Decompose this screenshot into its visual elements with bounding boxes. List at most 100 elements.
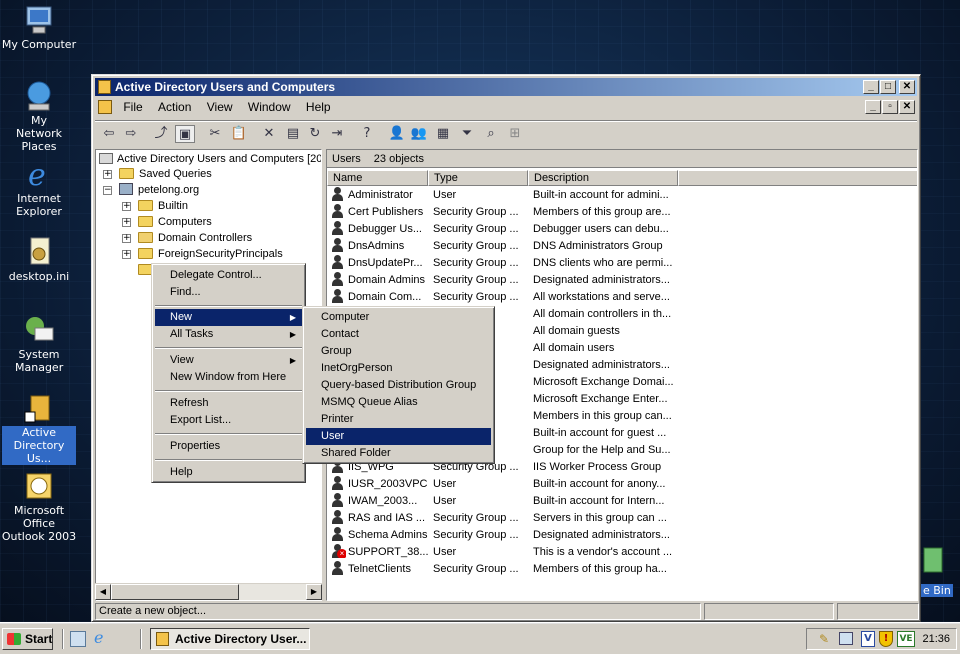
- list-row[interactable]: Cert Publishers Security Group ... Members…: [327, 204, 917, 221]
- window-title-bar[interactable]: Active Directory Users and Computers _ □…: [95, 78, 917, 96]
- menu-item-help[interactable]: Help: [155, 464, 302, 481]
- clock[interactable]: 21:36: [922, 629, 950, 649]
- desktop-icon-internet-explorer[interactable]: e Internet Explorer: [0, 158, 78, 218]
- list-row[interactable]: × SUPPORT_38... User This is a vendor's acc…: [327, 544, 917, 561]
- tree-horizontal-scrollbar[interactable]: ◀ ▶: [95, 583, 322, 600]
- scroll-left-icon[interactable]: ◀: [95, 584, 111, 600]
- scroll-right-icon[interactable]: ▶: [306, 584, 322, 600]
- list-row[interactable]: Debugger Us... Security Group ... Debugger…: [327, 221, 917, 238]
- list-row[interactable]: IWAM_2003... User Built-in account for Int…: [327, 493, 917, 510]
- list-row[interactable]: IUSR_2003VPC User Built-in account for ano…: [327, 476, 917, 493]
- quicklaunch-desktop-icon[interactable]: [70, 631, 86, 647]
- taskbar-button-active-directory[interactable]: Active Directory User...: [150, 628, 310, 650]
- desktop-icon-desktop-ini[interactable]: desktop.ini: [0, 236, 78, 283]
- menu-window[interactable]: Window: [242, 98, 297, 117]
- tray-pen-icon[interactable]: ✎: [819, 632, 829, 646]
- export-list-icon[interactable]: ⇥: [327, 125, 347, 143]
- list-row[interactable]: Schema Admins Security Group ... Designate…: [327, 527, 917, 544]
- expand-icon[interactable]: +: [122, 218, 131, 227]
- up-one-level-icon[interactable]: ⤴: [151, 125, 171, 143]
- start-label: Start: [25, 632, 53, 646]
- submenu-item-group[interactable]: Group: [306, 343, 491, 360]
- start-button[interactable]: Start: [2, 628, 53, 650]
- menu-item-new[interactable]: New ▶: [155, 309, 302, 326]
- submenu-item-msmq-queue-alias[interactable]: MSMQ Queue Alias: [306, 394, 491, 411]
- menu-view[interactable]: View: [201, 98, 239, 117]
- menu-item-refresh[interactable]: Refresh: [155, 395, 302, 412]
- recycle-bin-icon[interactable]: [918, 546, 948, 574]
- tree-item-computers[interactable]: Computers: [138, 214, 212, 230]
- list-row[interactable]: Domain Com... Security Group ... All works…: [327, 289, 917, 306]
- submenu-item-contact[interactable]: Contact: [306, 326, 491, 343]
- properties-icon[interactable]: ▤: [283, 125, 303, 143]
- expand-icon[interactable]: +: [122, 202, 131, 211]
- list-row[interactable]: Domain Admins Security Group ... Designate…: [327, 272, 917, 289]
- help-icon[interactable]: ?: [357, 125, 377, 143]
- scroll-thumb[interactable]: [111, 584, 239, 600]
- menu-item-find[interactable]: Find...: [155, 284, 302, 301]
- back-icon[interactable]: ⇦: [99, 125, 119, 143]
- menu-item-export-list[interactable]: Export List...: [155, 412, 302, 429]
- child-close-button[interactable]: ✕: [899, 100, 915, 114]
- list-row[interactable]: DnsAdmins Security Group ... DNS Administr…: [327, 238, 917, 255]
- tree-item-builtin[interactable]: Builtin: [138, 198, 188, 214]
- desktop-icon-system-manager[interactable]: System Manager: [0, 314, 78, 374]
- menu-action[interactable]: Action: [152, 98, 197, 117]
- list-row[interactable]: RAS and IAS ... Security Group ... Servers…: [327, 510, 917, 527]
- delete-icon[interactable]: ✕: [259, 125, 279, 143]
- find-icon[interactable]: ⌕: [481, 125, 501, 143]
- show-hide-tree-icon[interactable]: ▣: [175, 125, 195, 143]
- tree-item-domain-controllers[interactable]: Domain Controllers: [138, 230, 252, 246]
- submenu-item-inetorgperson[interactable]: InetOrgPerson: [306, 360, 491, 377]
- submenu-item-computer[interactable]: Computer: [306, 309, 491, 326]
- close-button[interactable]: ✕: [899, 80, 915, 94]
- list-row[interactable]: Administrator User Built-in account for ad…: [327, 187, 917, 204]
- column-type[interactable]: Type: [428, 170, 528, 186]
- menu-item-delegate-control[interactable]: Delegate Control...: [155, 267, 302, 284]
- menu-item-properties[interactable]: Properties: [155, 438, 302, 455]
- tree-item-foreign-security-principals[interactable]: ForeignSecurityPrincipals: [138, 246, 283, 262]
- menu-item-all-tasks[interactable]: All Tasks ▶: [155, 326, 302, 343]
- column-name[interactable]: Name: [327, 170, 428, 186]
- tray-antivirus-icon[interactable]: V: [861, 631, 875, 647]
- tray-network-icon[interactable]: [839, 632, 853, 645]
- menu-help[interactable]: Help: [300, 98, 337, 117]
- expand-icon[interactable]: +: [122, 250, 131, 259]
- desktop-icon-outlook[interactable]: Microsoft Office Outlook 2003: [0, 470, 78, 543]
- tree-root[interactable]: Active Directory Users and Computers [20: [99, 151, 321, 167]
- desktop-icon-my-network-places[interactable]: My Network Places: [0, 80, 78, 153]
- menu-item-new-window[interactable]: New Window from Here: [155, 369, 302, 386]
- expand-icon[interactable]: +: [122, 234, 131, 243]
- new-ou-icon[interactable]: ▦: [433, 125, 453, 143]
- add-to-group-icon[interactable]: ⊞: [505, 125, 525, 143]
- minimize-button[interactable]: _: [863, 80, 879, 94]
- tree-item-domain[interactable]: petelong.org: [119, 182, 199, 198]
- maximize-button[interactable]: □: [880, 80, 896, 94]
- submenu-item-shared-folder[interactable]: Shared Folder: [306, 445, 491, 462]
- menu-file[interactable]: File: [117, 98, 148, 117]
- desktop-icon-active-directory[interactable]: Active Directory Us...: [0, 392, 78, 465]
- quicklaunch-ie-icon[interactable]: e: [94, 628, 103, 647]
- desktop-icon-my-computer[interactable]: My Computer: [0, 4, 78, 51]
- expand-icon[interactable]: +: [103, 170, 112, 179]
- tray-vmware-icon[interactable]: VE: [897, 631, 915, 647]
- child-restore-button[interactable]: ▫: [882, 100, 898, 114]
- submenu-item-user[interactable]: User: [306, 428, 491, 445]
- refresh-icon[interactable]: ↻: [305, 125, 325, 143]
- child-minimize-button[interactable]: _: [865, 100, 881, 114]
- paste-icon[interactable]: 📋: [229, 125, 249, 143]
- collapse-icon[interactable]: −: [103, 186, 112, 195]
- list-row[interactable]: DnsUpdatePr... Security Group ... DNS clie…: [327, 255, 917, 272]
- submenu-item-printer[interactable]: Printer: [306, 411, 491, 428]
- filter-icon[interactable]: ⏷: [457, 125, 477, 143]
- submenu-item-query-distribution-group[interactable]: Query-based Distribution Group: [306, 377, 491, 394]
- tray-security-shield-icon[interactable]: !: [879, 631, 893, 647]
- forward-icon[interactable]: ⇨: [121, 125, 141, 143]
- column-description[interactable]: Description: [528, 170, 678, 186]
- tree-item-saved-queries[interactable]: Saved Queries: [119, 166, 212, 182]
- cut-icon[interactable]: ✂: [205, 125, 225, 143]
- new-user-icon[interactable]: 👤: [387, 125, 407, 143]
- new-group-icon[interactable]: 👥: [409, 125, 429, 143]
- list-row[interactable]: TelnetClients Security Group ... Members o…: [327, 561, 917, 578]
- menu-item-view[interactable]: View ▶: [155, 352, 302, 369]
